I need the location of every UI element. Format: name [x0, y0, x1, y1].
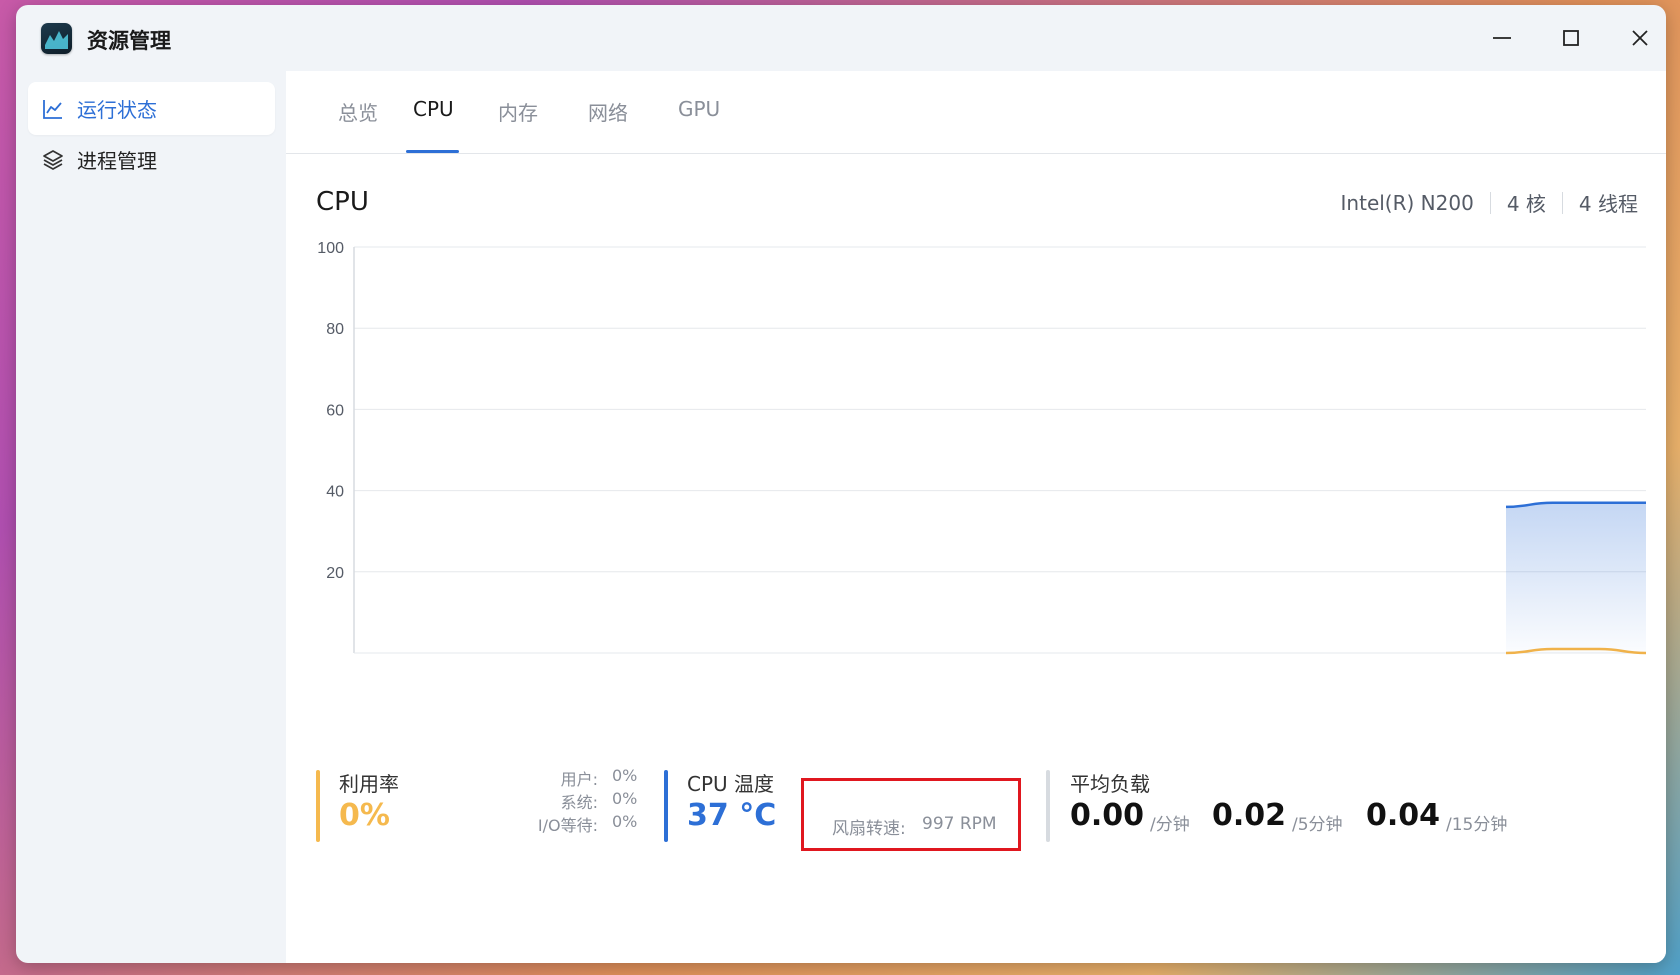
maximize-button[interactable]: [1556, 23, 1586, 53]
breakdown-value: 0%: [612, 789, 638, 808]
tab-bar: 总览 CPU 内存 网络 GPU: [286, 71, 1666, 154]
temperature-accent: [664, 770, 668, 842]
load-1min-value: 0.00: [1070, 798, 1145, 833]
app-window: 资源管理 运行状态 进程管理 总览 CPU 内存 网络 GPU CPU Inte…: [16, 5, 1666, 963]
y-tick-label: 80: [326, 321, 344, 338]
load-1min-unit: /分钟: [1150, 815, 1190, 835]
tab-gpu[interactable]: GPU: [678, 97, 720, 127]
divider: [1561, 191, 1563, 214]
cpu-threads: 4 线程: [1578, 192, 1638, 216]
fan-speed-label: 风扇转速:: [832, 819, 906, 839]
close-icon: [1632, 30, 1648, 46]
breakdown-key: 用户:: [560, 770, 598, 789]
y-tick-label: 60: [326, 402, 344, 419]
stats-row: 利用率 0% 用户: 0% 系统: 0% I/O等待: 0% CPU 温度 37…: [316, 746, 1646, 866]
y-tick-label: 100: [317, 240, 344, 257]
title-bar[interactable]: 资源管理: [16, 5, 1666, 71]
cpu-usage-chart: 100 80 60 40 20: [317, 240, 1647, 655]
tab-memory[interactable]: 内存: [498, 97, 538, 132]
breakdown-key: 系统:: [560, 793, 598, 812]
temperature-value: 37 °C: [687, 798, 777, 833]
main-panel: 总览 CPU 内存 网络 GPU CPU Intel(R) N200 4 核 4…: [286, 71, 1666, 963]
sidebar-item-processes[interactable]: 进程管理: [28, 133, 275, 186]
cpu-info: Intel(R) N200 4 核 4 线程: [1341, 188, 1638, 217]
minimize-icon: [1493, 37, 1511, 39]
load-5min-value: 0.02: [1212, 798, 1287, 833]
tab-cpu[interactable]: CPU: [413, 97, 454, 127]
load-15min-value: 0.04: [1366, 798, 1441, 833]
series-area: [1506, 502, 1646, 653]
active-tab-indicator: [406, 150, 459, 153]
load-accent: [1046, 770, 1050, 842]
utilization-value: 0%: [339, 798, 390, 833]
section-title: CPU: [316, 187, 369, 217]
activity-monitor-icon: [41, 23, 72, 54]
breakdown-value: 0%: [612, 766, 638, 785]
sidebar-item-label: 进程管理: [77, 149, 157, 173]
utilization-label: 利用率: [339, 772, 399, 796]
tab-network[interactable]: 网络: [588, 97, 628, 132]
sidebar-item-status[interactable]: 运行状态: [28, 82, 275, 135]
load-label: 平均负载: [1070, 772, 1150, 796]
fan-speed-value: 997 RPM: [922, 814, 997, 834]
sidebar-item-label: 运行状态: [77, 98, 157, 122]
maximize-icon: [1563, 30, 1579, 46]
load-15min-unit: /15分钟: [1446, 815, 1508, 835]
divider: [1489, 191, 1491, 214]
tab-overview[interactable]: 总览: [338, 97, 378, 132]
layers-icon: [41, 148, 65, 172]
app-title: 资源管理: [87, 29, 171, 53]
breakdown-value: 0%: [612, 812, 638, 831]
temperature-label: CPU 温度: [687, 772, 775, 796]
line-chart-icon: [41, 97, 65, 121]
y-tick-label: 40: [326, 484, 344, 501]
minimize-button[interactable]: [1487, 23, 1517, 53]
fan-speed-highlight: 风扇转速: 997 RPM: [801, 778, 1021, 851]
cpu-model: Intel(R) N200: [1340, 190, 1474, 215]
cpu-cores: 4 核: [1506, 192, 1546, 216]
breakdown-key: I/O等待:: [537, 816, 598, 835]
utilization-accent: [316, 770, 320, 842]
close-button[interactable]: [1625, 23, 1655, 53]
y-tick-label: 20: [326, 565, 344, 582]
load-5min-unit: /5分钟: [1292, 815, 1343, 835]
sidebar: 运行状态 进程管理: [16, 71, 286, 963]
